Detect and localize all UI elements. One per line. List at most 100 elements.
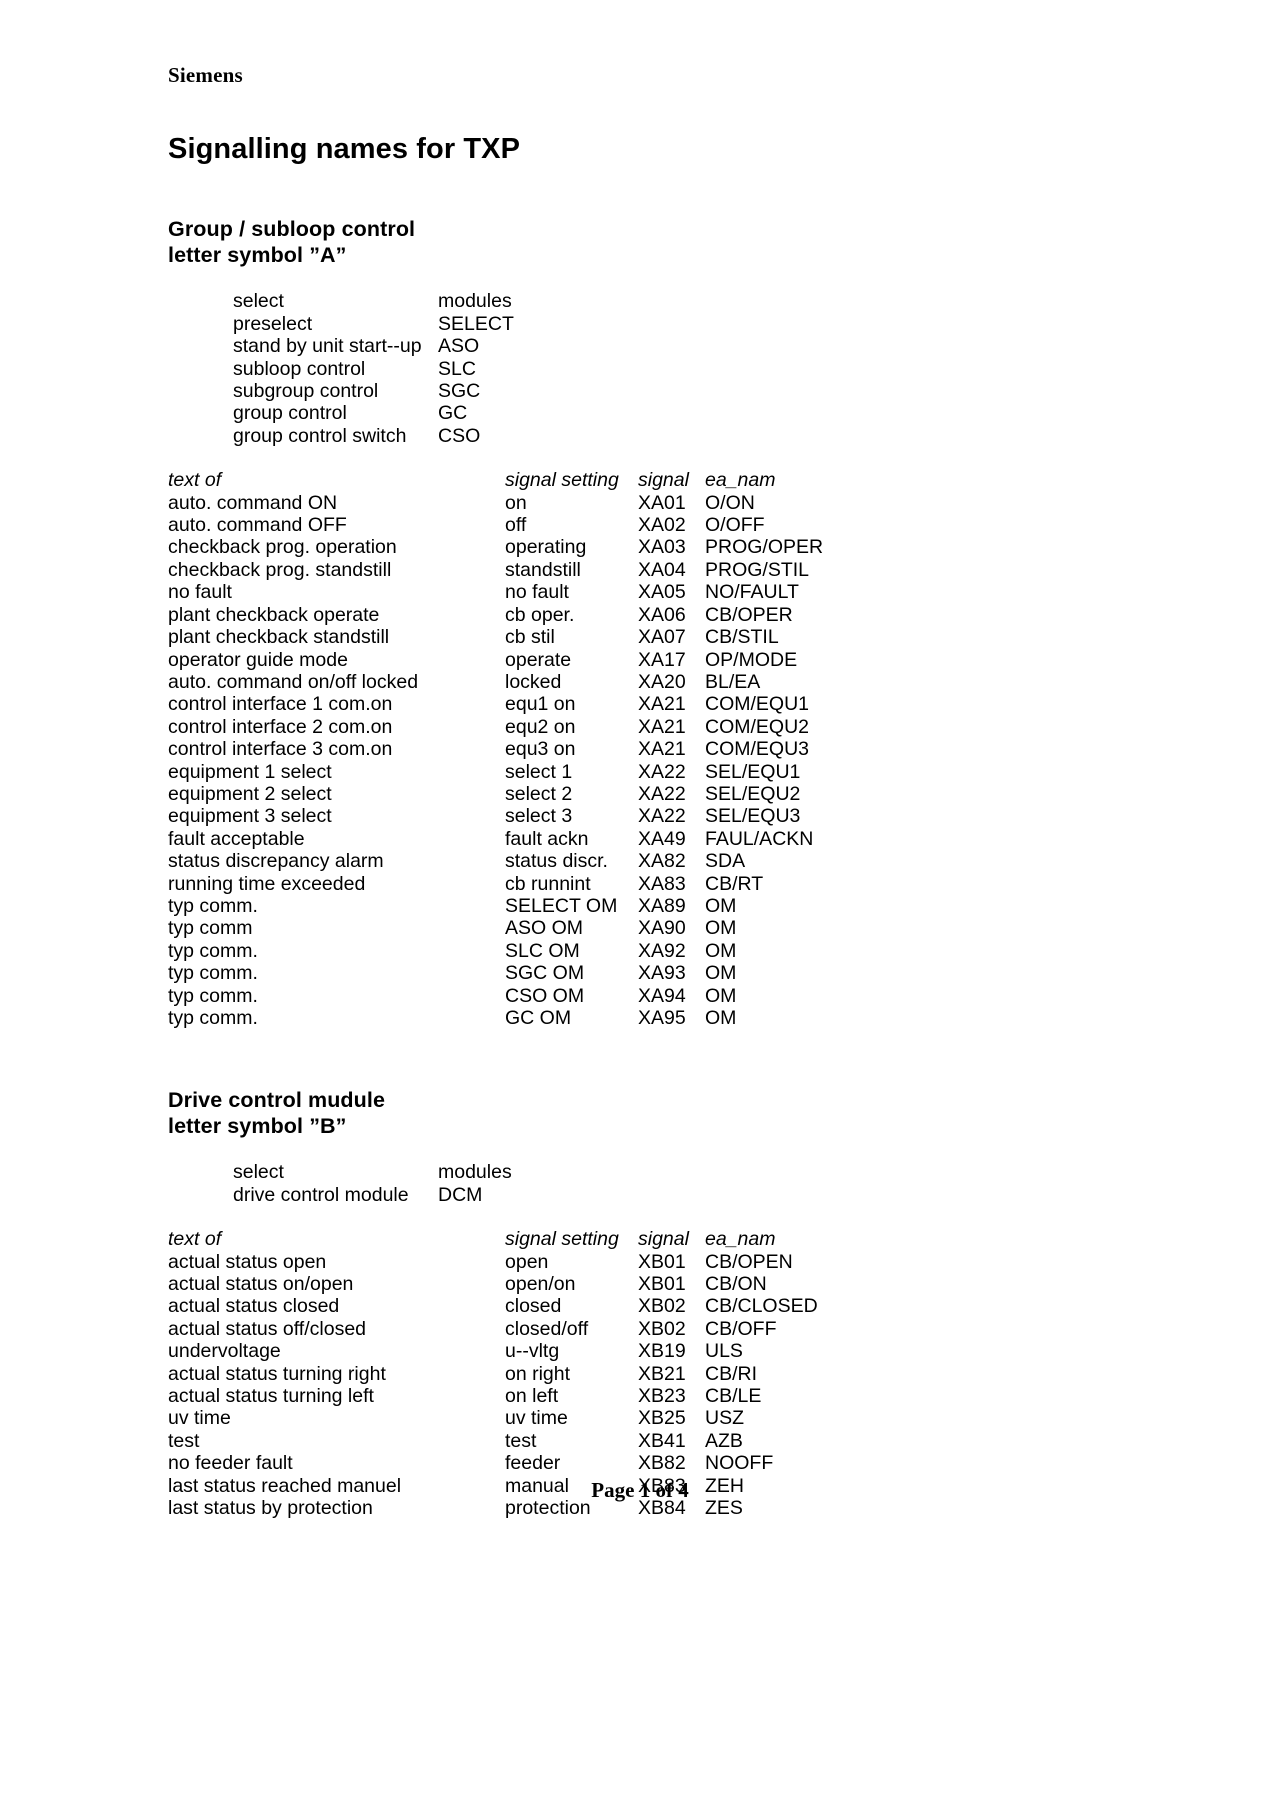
cell-signal-setting: on right (505, 1362, 571, 1385)
cell-signal: XA04 (638, 558, 686, 581)
cell-ea-nam: CB/STIL (705, 626, 779, 649)
table-row: plant checkback operate cb oper. XA06 CB/OP… (168, 604, 1168, 626)
module-row: group control switch CSO (168, 425, 1168, 447)
table-row: typ comm. SGC OM XA93 OM (168, 962, 1168, 984)
cell-signal: XA03 (638, 536, 686, 559)
table-row: test test XB41 AZB (168, 1430, 1168, 1452)
cell-signal-setting: operate (505, 648, 572, 671)
table-row: fault acceptable fault ackn XA49 FAUL/ACKN (168, 828, 1168, 850)
cell-text-of: auto. command OFF (168, 514, 347, 537)
column-header-text-of: text of (168, 469, 222, 492)
table-row: undervoltage u--vltg XB19 ULS (168, 1340, 1168, 1362)
page-title: Signalling names for TXP (168, 133, 521, 166)
cell-text-of: control interface 3 com.on (168, 738, 393, 761)
cell-text-of: checkback prog. operation (168, 536, 397, 559)
section-heading-b: Drive control mudule letter symbol ”B” (168, 1087, 1168, 1139)
cell-ea-nam: SEL/EQU2 (705, 782, 801, 805)
cell-ea-nam: OM (705, 939, 737, 962)
section-heading-b-line2: letter symbol ”B” (168, 1114, 347, 1139)
cell-text-of: auto. command ON (168, 491, 338, 514)
cell-signal: XA22 (638, 760, 686, 783)
cell-signal-setting: off (505, 514, 527, 537)
cell-signal: XA17 (638, 648, 686, 671)
table-row: actual status turning left on left XB23 CB/… (168, 1385, 1168, 1407)
table-row: actual status off/closed closed/off XB02 CB… (168, 1318, 1168, 1340)
cell-signal: XB02 (638, 1295, 686, 1318)
table-row: auto. command on/off locked locked XA20 BL/… (168, 671, 1168, 693)
cell-signal-setting: cb stil (505, 626, 555, 649)
table-row: status discrepancy alarm status discr. XA8… (168, 850, 1168, 872)
module-name: subgroup control (233, 380, 379, 403)
cell-signal-setting: test (505, 1429, 537, 1452)
column-header-signal: signal (638, 469, 689, 492)
cell-ea-nam: SEL/EQU1 (705, 760, 801, 783)
table-header-row: text of signal setting signal ea_nam (168, 1228, 1168, 1250)
signal-table-b: text of signal setting signal ea_nam act… (168, 1228, 1168, 1519)
table-row: control interface 1 com.on equ1 on XA21 COM… (168, 693, 1168, 715)
cell-signal-setting: select 1 (505, 760, 573, 783)
cell-ea-nam: ULS (705, 1340, 743, 1363)
cell-signal-setting: cb oper. (505, 603, 575, 626)
cell-signal: XA20 (638, 670, 686, 693)
column-header-signal-setting: signal setting (505, 469, 619, 492)
cell-signal-setting: closed/off (505, 1317, 589, 1340)
cell-signal-setting: CSO OM (505, 984, 585, 1007)
cell-signal-setting: standstill (505, 558, 581, 581)
cell-text-of: equipment 3 select (168, 805, 332, 828)
section-heading-a-line2: letter symbol ”A” (168, 243, 347, 268)
table-row: control interface 2 com.on equ2 on XA21 COM… (168, 716, 1168, 738)
cell-signal-setting: no fault (505, 581, 569, 604)
module-code: SGC (438, 380, 481, 403)
cell-signal: XB25 (638, 1407, 686, 1430)
cell-ea-nam: CB/RI (705, 1362, 758, 1385)
cell-ea-nam: NO/FAULT (705, 581, 799, 604)
document-page: Siemens Signalling names for TXP Group /… (0, 0, 1280, 1810)
cell-text-of: actual status turning right (168, 1362, 386, 1385)
table-row: actual status turning right on right XB21 C… (168, 1363, 1168, 1385)
cell-ea-nam: AZB (705, 1429, 743, 1452)
cell-signal: XA83 (638, 872, 686, 895)
cell-ea-nam: CB/LE (705, 1385, 762, 1408)
cell-text-of: actual status turning left (168, 1385, 374, 1408)
cell-text-of: undervoltage (168, 1340, 281, 1363)
cell-text-of: auto. command on/off locked (168, 670, 419, 693)
module-list-a: select modules preselect SELECT stand by… (168, 290, 1168, 447)
cell-text-of: actual status open (168, 1250, 327, 1273)
cell-signal: XA06 (638, 603, 686, 626)
cell-text-of: plant checkback operate (168, 603, 380, 626)
cell-text-of: typ comm. (168, 984, 258, 1007)
table-body-a: auto. command ON on XA01 O/ON auto. command … (168, 492, 1168, 1030)
cell-ea-nam: CB/OFF (705, 1317, 777, 1340)
cell-signal-setting: open/on (505, 1273, 576, 1296)
page-footer: Page 1 of 4 (591, 1478, 689, 1502)
table-row: typ comm. SELECT OM XA89 OM (168, 895, 1168, 917)
section-heading-a: Group / subloop control letter symbol ”A… (168, 216, 1168, 268)
cell-signal-setting: locked (505, 670, 562, 693)
cell-signal-setting: status discr. (505, 850, 608, 873)
cell-ea-nam: USZ (705, 1407, 744, 1430)
cell-ea-nam: OM (705, 962, 737, 985)
table-row: actual status on/open open/on XB01 CB/ON (168, 1273, 1168, 1295)
table-row: plant checkback standstill cb stil XA07 CB/… (168, 626, 1168, 648)
column-header-text-of: text of (168, 1228, 222, 1251)
module-code: DCM (438, 1183, 483, 1206)
cell-ea-nam: CB/OPER (705, 603, 793, 626)
module-name: select (233, 290, 284, 313)
cell-ea-nam: O/ON (705, 491, 755, 514)
table-row: checkback prog. operation operating XA03 PR… (168, 536, 1168, 558)
column-header-signal-setting: signal setting (505, 1228, 619, 1251)
cell-ea-nam: BL/EA (705, 670, 761, 693)
module-row: drive control module DCM (168, 1184, 1168, 1206)
cell-ea-nam: OM (705, 984, 737, 1007)
module-name: preselect (233, 312, 313, 335)
table-row: no feeder fault feeder XB82 NOOFF (168, 1452, 1168, 1474)
module-code: ASO (438, 335, 480, 358)
table-row: typ comm. SLC OM XA92 OM (168, 940, 1168, 962)
cell-text-of: actual status on/open (168, 1273, 354, 1296)
cell-text-of: control interface 2 com.on (168, 715, 393, 738)
cell-signal: XB19 (638, 1340, 686, 1363)
